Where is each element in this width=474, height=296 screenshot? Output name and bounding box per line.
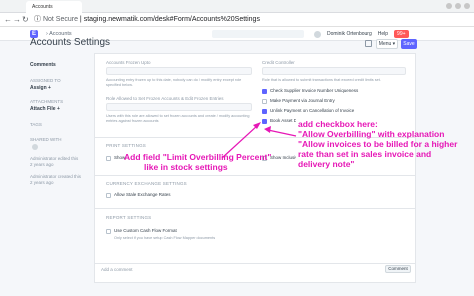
annotation-right-line2: "Allow Overbilling" with explanation	[298, 129, 445, 139]
annotation-right-line5: delivery note"	[298, 159, 355, 169]
arrow-head-right	[264, 126, 271, 133]
annotation-right-line4: rate than set in sales invoice and	[298, 149, 432, 159]
annotation-right-line3: "Allow invoices to be billed for a highe…	[298, 139, 458, 149]
annotation-left-line1: Add field "Limit Overbilling Percent"	[124, 152, 272, 162]
arrow-line-right	[267, 129, 297, 137]
annotation-left-line2: like in stock settings	[144, 162, 228, 172]
annotation-right-line1: add checkbox here:	[298, 119, 378, 129]
